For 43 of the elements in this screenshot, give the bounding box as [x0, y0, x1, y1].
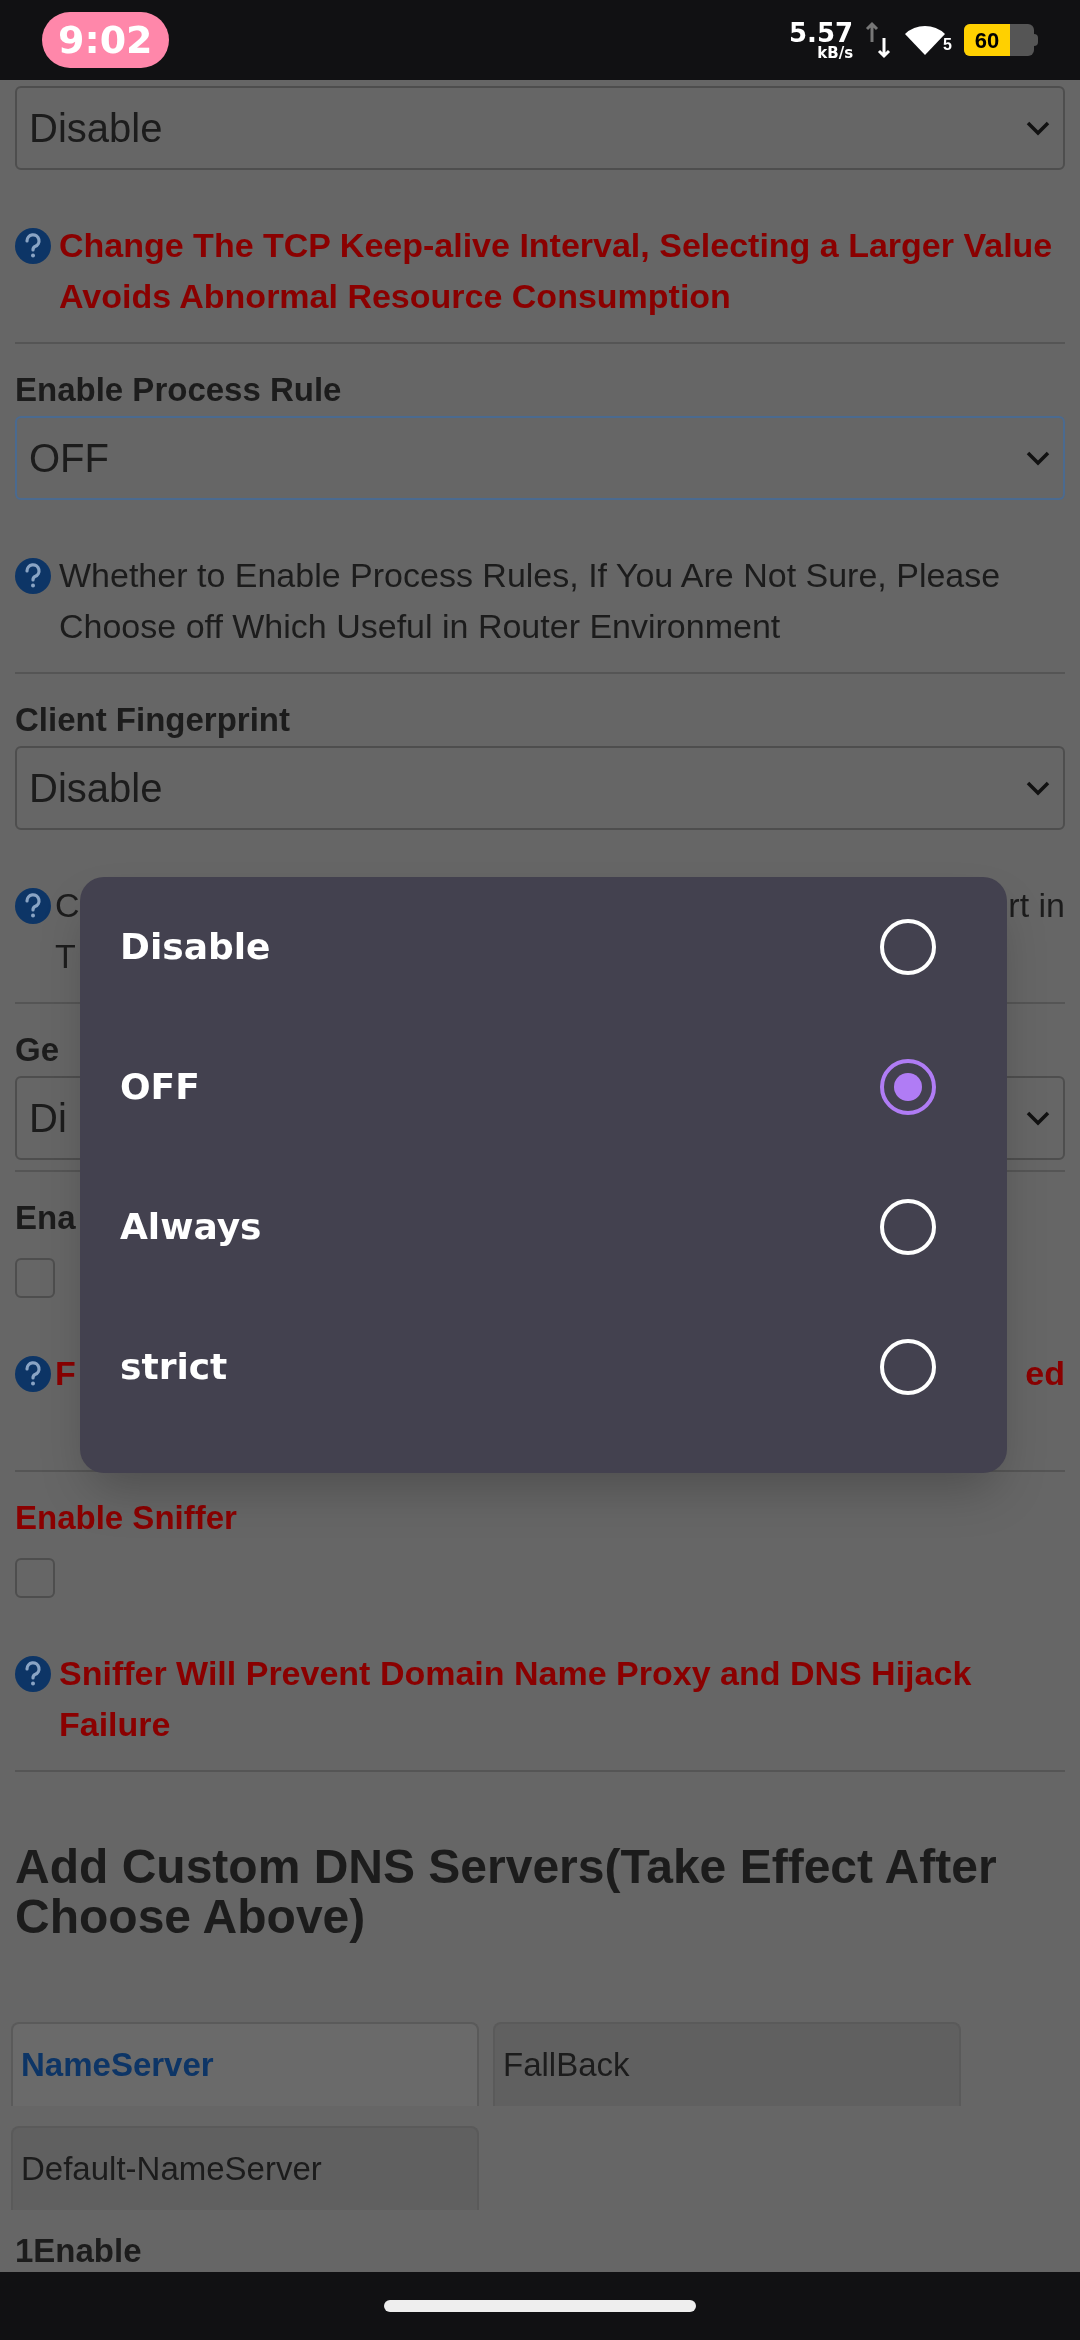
- help-text: ed: [1025, 1353, 1065, 1394]
- help-icon: [15, 558, 51, 594]
- checkbox[interactable]: [15, 1558, 55, 1598]
- setting-label: 1Enable: [15, 2231, 143, 2271]
- option-item[interactable]: Disable: [80, 877, 1007, 1017]
- help-icon: [15, 1356, 51, 1392]
- chevron-down-icon: [1025, 120, 1051, 136]
- help-text: rt in: [1008, 885, 1065, 926]
- setting-label: Enable Sniffer: [15, 1498, 237, 1538]
- help-text: C: [55, 885, 80, 926]
- tab[interactable]: NameServer: [11, 2022, 479, 2106]
- help-icon: [15, 228, 51, 264]
- help-text: Whether to Enable Process Rules, If You Are Not Sure, Please Choose off Which Useful in Router Environment: [59, 555, 1002, 647]
- select-field[interactable]: Disable: [15, 86, 1065, 170]
- radio-button[interactable]: [879, 1058, 937, 1116]
- setting-label: Ena: [15, 1198, 76, 1238]
- speed-unit: kB/s: [817, 45, 854, 61]
- setting-label: Enable Process Rule: [15, 370, 342, 410]
- option-item[interactable]: Always: [80, 1157, 1007, 1297]
- wifi-level: 5: [943, 35, 952, 55]
- help-text: T: [55, 937, 76, 975]
- network-speed: 5.57: [788, 19, 854, 46]
- help-text: Change The TCP Keep-alive Interval, Selecting a Larger Value Avoids Abnormal Resource Consumption: [59, 225, 1054, 317]
- tab[interactable]: FallBack: [493, 2022, 961, 2106]
- option-item[interactable]: OFF: [80, 1017, 1007, 1157]
- help-text: Sniffer Will Prevent Domain Name Proxy and DNS Hijack Failure: [59, 1653, 973, 1745]
- chevron-down-icon: [1025, 450, 1051, 466]
- setting-label: Client Fingerprint: [15, 700, 290, 740]
- help-icon: [15, 888, 51, 924]
- chevron-down-icon: [1025, 780, 1051, 796]
- data-arrows-icon: [865, 20, 892, 60]
- setting-label: Ge: [15, 1030, 60, 1070]
- checkbox[interactable]: [15, 1258, 55, 1298]
- time-badge: 9:02: [42, 12, 169, 68]
- tab[interactable]: Default-NameServer: [11, 2126, 479, 2210]
- select-field[interactable]: OFF: [15, 416, 1065, 500]
- chevron-down-icon: [1025, 1110, 1051, 1126]
- section-heading: Add Custom DNS Servers(Take Effect After Choose Above): [15, 1842, 998, 1942]
- option-item[interactable]: strict: [80, 1297, 1007, 1437]
- select-field[interactable]: Disable: [15, 746, 1065, 830]
- help-icon: [15, 1656, 51, 1692]
- help-text: F: [55, 1353, 76, 1394]
- battery-indicator: 60: [964, 24, 1038, 56]
